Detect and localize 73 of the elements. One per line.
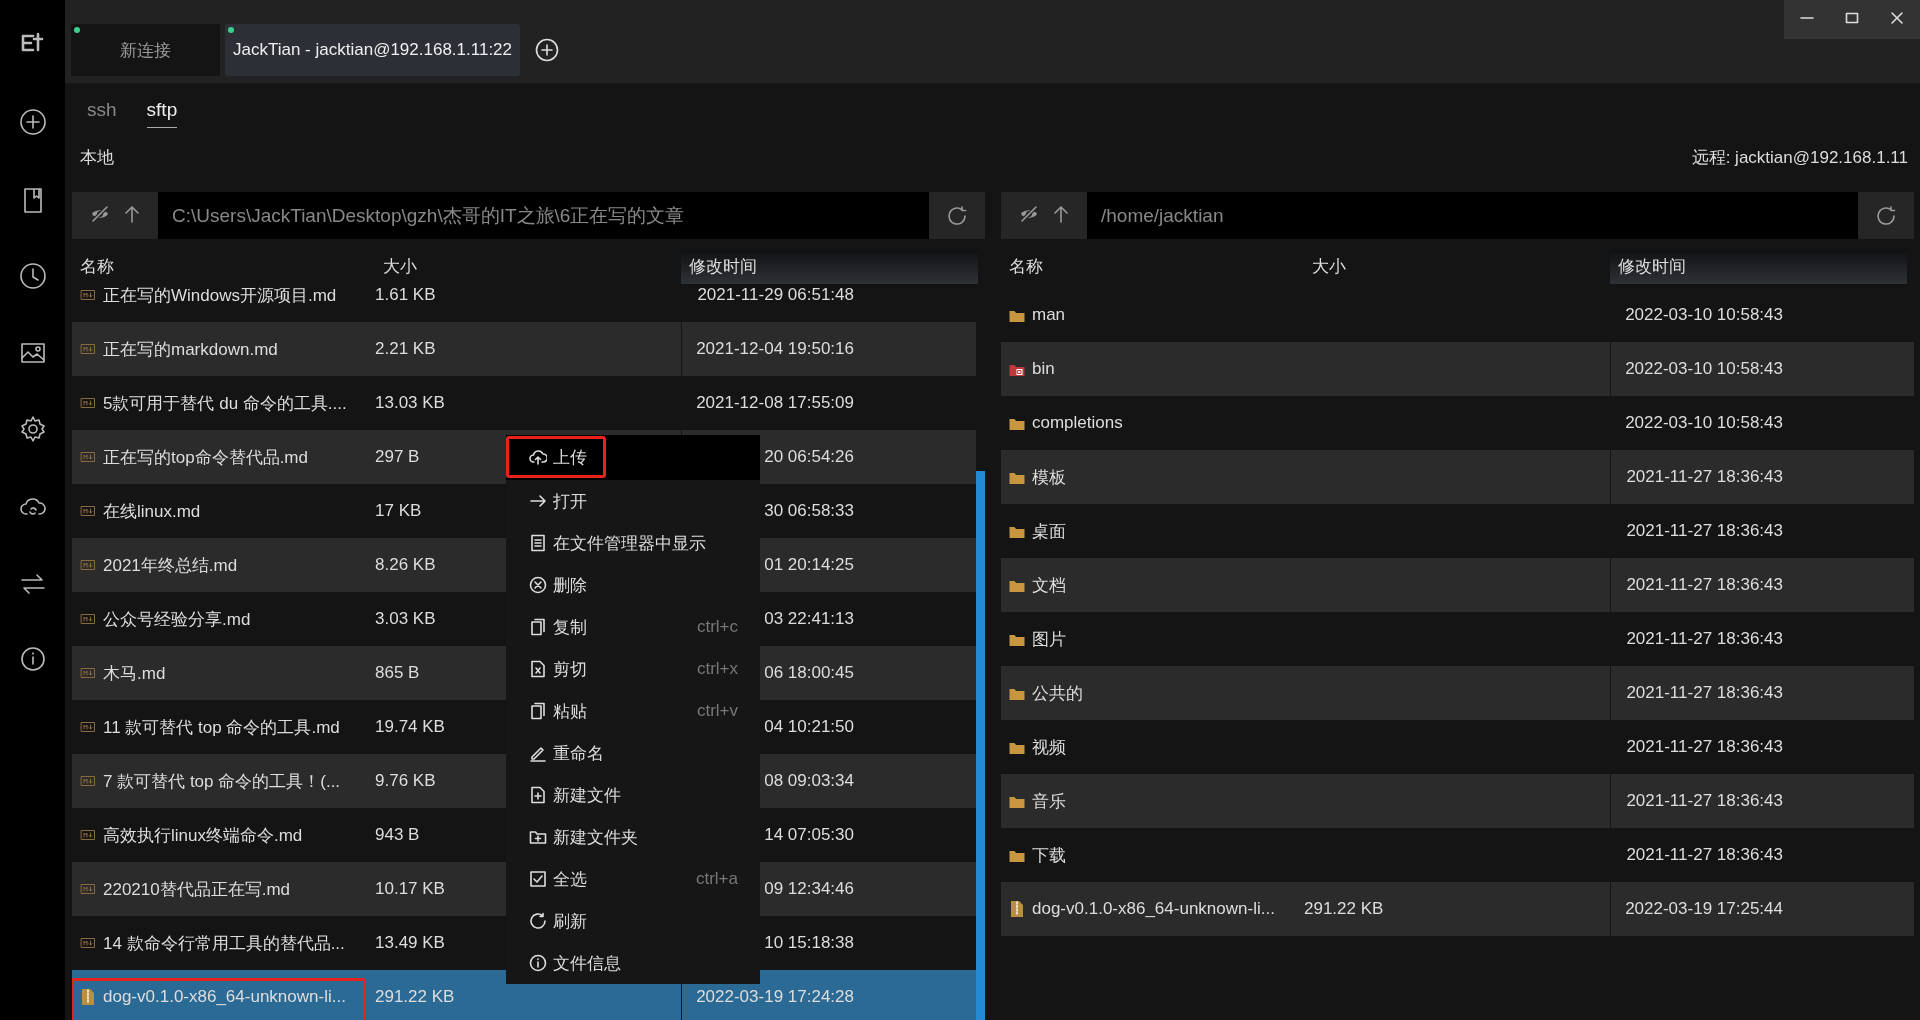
modified-time: 09 12:34:46: [764, 879, 854, 898]
file-size: 13.03 KB: [375, 393, 445, 413]
file-size: 291.22 KB: [375, 987, 455, 1007]
file-size: 10.17 KB: [375, 879, 445, 899]
file-name: 桌面: [1032, 520, 1066, 543]
modified-time: 30 06:58:33: [764, 501, 854, 520]
file-name: 音乐: [1032, 790, 1066, 813]
file-size: 3.03 KB: [375, 609, 436, 629]
file-size: 13.49 KB: [375, 933, 445, 953]
file-name: 模板: [1032, 466, 1066, 489]
modified-time: 2021-11-27 18:36:43: [1626, 845, 1783, 864]
file-name: 5款可用于替代 du 命令的工具....: [103, 392, 347, 415]
file-size: 865 B: [375, 663, 420, 683]
file-name: 14 款命令行常用工具的替代品...: [103, 932, 345, 955]
modified-time: 01 20:14:25: [764, 555, 854, 574]
file-name: 文档: [1032, 574, 1066, 597]
modified-time: 2022-03-19 17:25:44: [1625, 899, 1783, 918]
file-name: dog-v0.1.0-x86_64-unknown-li...: [1032, 899, 1275, 919]
panel-label: 本地: [80, 147, 114, 169]
modified-time: 2021-12-04 19:50:16: [696, 339, 854, 358]
file-size: 943 B: [375, 825, 420, 845]
modified-time: 2022-03-10 10:58:43: [1625, 359, 1783, 378]
file-name: 公共的: [1032, 682, 1083, 705]
shortcut-label: ctrl+c: [696, 617, 738, 637]
file-size: 297 B: [375, 447, 420, 467]
file-name: 公众号经验分享.md: [103, 608, 251, 631]
modified-time: 2022-03-10 10:58:43: [1625, 305, 1783, 324]
modified-time: 2021-12-08 17:55:09: [696, 393, 854, 412]
file-name: 木马.md: [103, 662, 166, 685]
panel-label: 远程: jacktian@192.168.1.11: [1691, 147, 1908, 169]
file-name: 正在写的markdown.md: [103, 338, 278, 361]
modified-time: 2022-03-19 17:24:28: [696, 987, 854, 1006]
file-name: 7 款可替代 top 命令的工具！(...: [103, 770, 341, 793]
file-size: 9.76 KB: [375, 771, 436, 791]
modified-time: 03 22:41:13: [764, 609, 854, 628]
file-name: man: [1032, 305, 1066, 325]
file-name: 220210替代品正在写.md: [103, 878, 291, 901]
shortcut-label: ctrl+x: [696, 659, 738, 679]
modified-time: 10 15:18:38: [764, 933, 854, 952]
file-name: 在线linux.md: [103, 500, 201, 523]
file-name: 2021年终总结.md: [103, 554, 238, 577]
modified-time: 2021-11-27 18:36:43: [1626, 629, 1783, 648]
file-size: 2.21 KB: [375, 339, 436, 359]
modified-time: 2021-11-27 18:36:43: [1626, 791, 1783, 810]
file-size: 19.74 KB: [375, 717, 445, 737]
modified-time: 08 09:03:34: [764, 771, 854, 790]
file-name: dog-v0.1.0-x86_64-unknown-li...: [103, 987, 346, 1007]
shortcut-label: ctrl+a: [695, 869, 738, 889]
file-size: 17 KB: [375, 501, 422, 521]
file-name: bin: [1032, 359, 1055, 379]
file-name: completions: [1032, 413, 1123, 433]
shortcut-label: ctrl+v: [696, 701, 738, 721]
file-name: 正在写的top命令替代品.md: [103, 446, 308, 469]
file-name: 11 款可替代 top 命令的工具.md: [103, 716, 340, 739]
modified-time: 2021-11-27 18:36:43: [1626, 467, 1783, 486]
file-name: 视频: [1032, 736, 1066, 759]
file-size: 8.26 KB: [375, 555, 436, 575]
modified-time: 20 06:54:26: [764, 447, 854, 466]
modified-time: 06 18:00:45: [764, 663, 854, 682]
modified-time: 2021-11-27 18:36:43: [1626, 521, 1783, 540]
file-name: 高效执行linux终端命令.md: [103, 824, 303, 847]
modified-time: 2021-11-27 18:36:43: [1626, 683, 1783, 702]
modified-time: 2021-11-27 18:36:43: [1626, 737, 1783, 756]
modified-time: 2022-03-10 10:58:43: [1625, 413, 1783, 432]
file-size: 291.22 KB: [1304, 899, 1384, 919]
file-name: 正在写的Windows开源项目.md: [103, 284, 337, 307]
modified-time: 04 10:21:50: [764, 717, 854, 736]
file-size: 1.61 KB: [375, 285, 436, 305]
file-name: 下载: [1032, 844, 1066, 867]
modified-time: 2021-11-27 18:36:43: [1626, 575, 1783, 594]
file-name: 图片: [1032, 628, 1066, 651]
modified-time: 2021-11-29 06:51:48: [697, 285, 854, 304]
modified-time: 14 07:05:30: [764, 825, 854, 844]
